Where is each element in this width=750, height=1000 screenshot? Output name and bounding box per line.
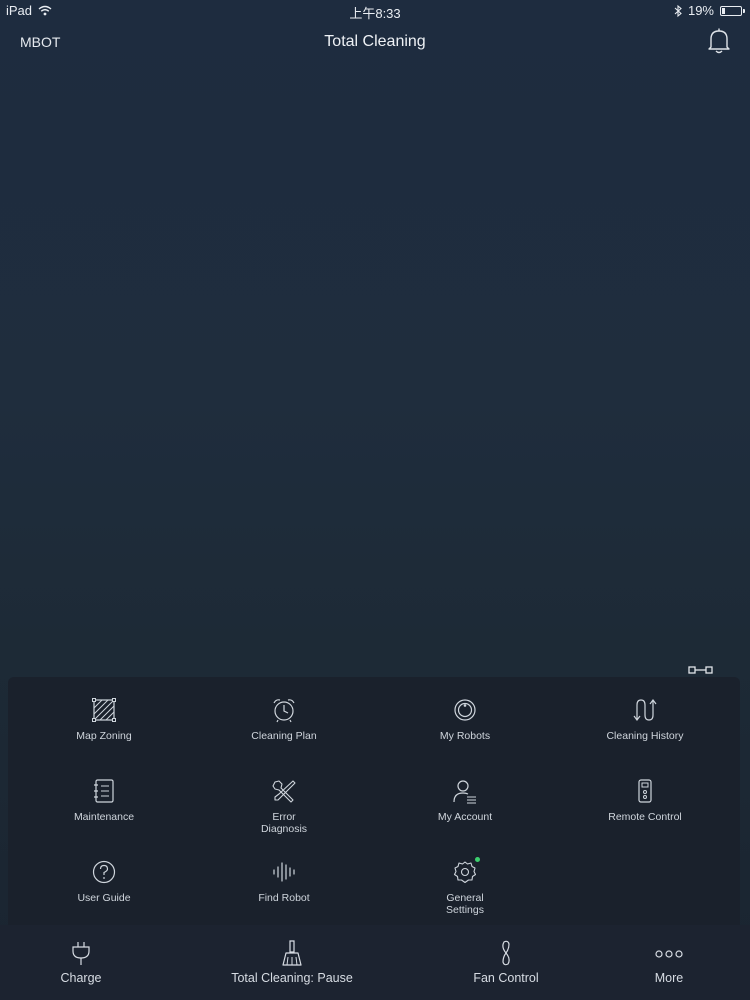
question-icon bbox=[92, 860, 116, 884]
broom-icon bbox=[282, 940, 302, 966]
tab-more[interactable]: More bbox=[615, 925, 723, 1000]
menu-maintenance[interactable]: Maintenance bbox=[19, 778, 189, 823]
remote-icon bbox=[638, 779, 652, 803]
settings-gear-icon bbox=[453, 861, 477, 884]
menu-label: Error Diagnosis bbox=[260, 811, 308, 835]
nav-bar: MBOT Total Cleaning bbox=[0, 22, 750, 64]
menu-map-zoning[interactable]: Map Zoning bbox=[19, 697, 189, 742]
tab-label: Total Cleaning: Pause bbox=[231, 971, 353, 985]
menu-label: My Account bbox=[437, 811, 493, 823]
menu-cleaning-history[interactable]: Cleaning History bbox=[560, 697, 730, 742]
menu-error-diagnosis[interactable]: Error Diagnosis bbox=[199, 778, 369, 835]
page-title: Total Cleaning bbox=[324, 33, 426, 50]
menu-my-account[interactable]: My Account bbox=[380, 778, 550, 823]
menu-label: My Robots bbox=[439, 730, 491, 742]
collapse-handle-icon[interactable] bbox=[686, 664, 716, 678]
fan-icon bbox=[502, 940, 510, 966]
battery-percent: 19% bbox=[687, 3, 714, 18]
menu-label: Map Zoning bbox=[76, 730, 132, 742]
tab-label: Charge bbox=[60, 971, 102, 985]
menu-label: User Guide bbox=[77, 892, 131, 904]
tab-fan-control[interactable]: Fan Control bbox=[445, 925, 567, 1000]
menu-remote-control[interactable]: Remote Control bbox=[560, 778, 730, 823]
plug-icon bbox=[72, 942, 90, 965]
robot-icon bbox=[454, 699, 476, 721]
notebook-icon bbox=[94, 779, 114, 803]
menu-general-settings[interactable]: General Settings bbox=[380, 857, 550, 916]
tab-total-cleaning-pause[interactable]: Total Cleaning: Pause bbox=[212, 925, 372, 1000]
menu-user-guide[interactable]: User Guide bbox=[19, 859, 189, 904]
menu-label: Remote Control bbox=[608, 811, 682, 823]
bell-icon[interactable] bbox=[706, 27, 732, 55]
alarm-clock-icon bbox=[273, 699, 295, 723]
map-area[interactable] bbox=[0, 64, 750, 670]
new-badge-dot bbox=[475, 857, 480, 862]
tab-label: More bbox=[654, 971, 684, 985]
status-bar: iPad 上午8:33 19% bbox=[0, 0, 750, 22]
account-icon bbox=[453, 780, 476, 804]
menu-panel: Map Zoning Cleaning Plan My Robots Clean… bbox=[8, 677, 740, 925]
status-right: 19% bbox=[674, 3, 745, 18]
menu-cleaning-plan[interactable]: Cleaning Plan bbox=[199, 697, 369, 742]
battery-icon bbox=[720, 5, 745, 16]
tab-charge[interactable]: Charge bbox=[20, 925, 142, 1000]
status-time: 上午8:33 bbox=[349, 6, 401, 21]
menu-label: Cleaning History bbox=[606, 730, 684, 742]
menu-find-robot[interactable]: Find Robot bbox=[199, 859, 369, 904]
menu-label: General Settings bbox=[446, 892, 484, 916]
menu-label: Cleaning Plan bbox=[251, 730, 317, 742]
tab-label: Fan Control bbox=[473, 971, 539, 985]
menu-label: Find Robot bbox=[258, 892, 310, 904]
map-zoning-icon bbox=[92, 698, 116, 722]
menu-label: Maintenance bbox=[73, 811, 135, 823]
more-dots-icon bbox=[655, 950, 683, 958]
menu-my-robots[interactable]: My Robots bbox=[380, 697, 550, 742]
sound-wave-icon bbox=[273, 862, 295, 882]
bluetooth-icon bbox=[674, 4, 682, 17]
bottom-tab-bar: Charge Total Cleaning: Pause Fan Control… bbox=[0, 925, 750, 1000]
history-path-icon bbox=[633, 699, 657, 721]
tools-icon bbox=[272, 780, 296, 803]
